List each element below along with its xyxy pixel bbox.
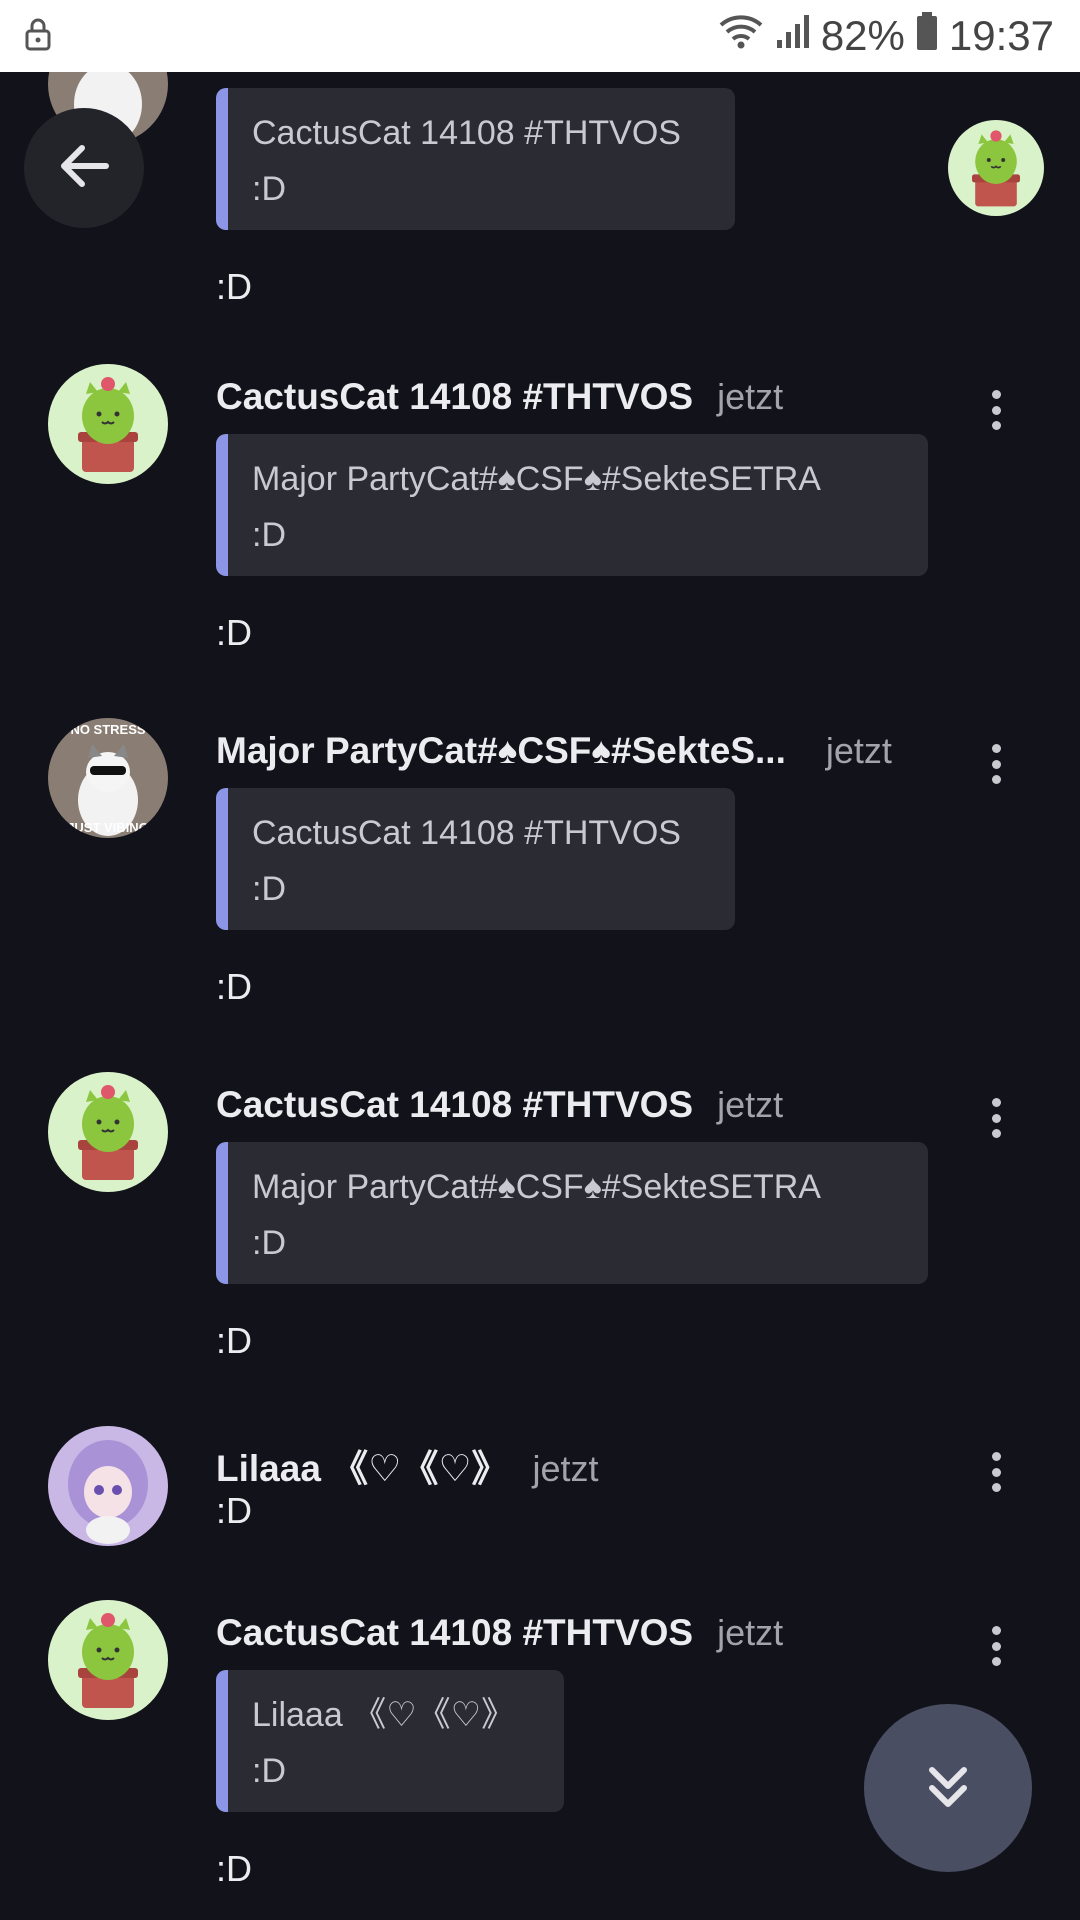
cactus-cat-avatar[interactable] (48, 1600, 168, 1720)
quoted-message[interactable]: CactusCat 14108 #THTVOS :D (216, 88, 735, 230)
more-options-icon[interactable] (980, 740, 1012, 788)
wifi-icon (717, 11, 765, 61)
more-options-icon[interactable] (980, 1094, 1012, 1142)
message-text: :D (216, 266, 252, 307)
quoted-author: CactusCat 14108 #THTVOS (252, 114, 681, 152)
more-options-icon[interactable] (980, 1622, 1012, 1670)
message-header: CactusCat 14108 #THTVOS jetzt (216, 376, 783, 418)
cactus-cat-avatar[interactable] (48, 364, 168, 484)
signal-icon (775, 12, 811, 60)
message-author[interactable]: CactusCat 14108 #THTVOS (216, 1084, 693, 1126)
arrow-left-icon (56, 138, 112, 199)
message-text: :D (216, 966, 252, 1007)
quoted-author: Major PartyCat#♠CSF♠#SekteSETRA (252, 1168, 821, 1206)
message-author[interactable]: CactusCat 14108 #THTVOS (216, 1612, 693, 1654)
quoted-author: Lilaaa 《♡《♡》 (252, 1696, 516, 1734)
message-time: jetzt (717, 1084, 784, 1125)
message-author[interactable]: CactusCat 14108 #THTVOS (216, 376, 693, 418)
cactus-cat-avatar[interactable] (948, 120, 1044, 216)
message-header: Major PartyCat#♠CSF♠#SekteS... jetzt (216, 730, 892, 772)
more-options-icon[interactable] (980, 386, 1012, 434)
quoted-message[interactable]: CactusCat 14108 #THTVOS :D (216, 788, 735, 930)
message-text: :D (216, 612, 252, 653)
quoted-text: :D (252, 870, 286, 908)
scroll-to-bottom-button[interactable] (864, 1704, 1032, 1872)
message-text: :D (216, 1320, 252, 1361)
back-button[interactable] (24, 108, 144, 228)
quoted-message[interactable]: Lilaaa 《♡《♡》 :D (216, 1670, 564, 1812)
clock: 19:37 (948, 12, 1054, 59)
quoted-author: CactusCat 14108 #THTVOS (252, 814, 681, 852)
double-chevron-down-icon (920, 1758, 976, 1819)
message-header: CactusCat 14108 #THTVOS jetzt (216, 1084, 783, 1126)
message-header: CactusCat 14108 #THTVOS jetzt (216, 1612, 783, 1654)
message-author[interactable]: Major PartyCat#♠CSF♠#SekteS... (216, 730, 786, 772)
no-stress-cat-avatar[interactable]: NO STRESS JUST VIBING (48, 718, 168, 838)
status-bar: 82% 19:37 (0, 0, 1080, 72)
battery-icon (915, 11, 939, 61)
svg-text:JUST VIBING: JUST VIBING (67, 820, 149, 835)
cactus-cat-avatar[interactable] (48, 1072, 168, 1192)
message-text: :D (216, 1848, 252, 1889)
quoted-author: Major PartyCat#♠CSF♠#SekteSETRA (252, 460, 821, 498)
more-options-icon[interactable] (980, 1448, 1012, 1496)
quoted-text: :D (252, 1752, 286, 1790)
battery-percent: 82% (820, 12, 905, 59)
quoted-message[interactable]: Major PartyCat#♠CSF♠#SekteSETRA :D (216, 1142, 928, 1284)
svg-text:NO STRESS: NO STRESS (70, 722, 145, 737)
message-time: jetzt (825, 730, 892, 771)
message-time: jetzt (717, 1612, 784, 1653)
quoted-text: :D (252, 170, 286, 208)
lock-icon (24, 17, 52, 56)
quoted-message[interactable]: Major PartyCat#♠CSF♠#SekteSETRA :D (216, 434, 928, 576)
message-author[interactable]: Lilaaa 《♡《♡》 (216, 1438, 509, 1492)
quoted-text: :D (252, 1224, 286, 1262)
anime-girl-avatar[interactable] (48, 1426, 168, 1546)
message-list[interactable]: VIBING CactusCat 14108 #THTVOS :D :D Cac… (0, 72, 1080, 1920)
message-time: jetzt (532, 1448, 599, 1489)
message-time: jetzt (717, 376, 784, 417)
quoted-text: :D (252, 516, 286, 554)
message-text: :D (216, 1490, 252, 1531)
message-header: Lilaaa 《♡《♡》 jetzt (216, 1438, 599, 1492)
